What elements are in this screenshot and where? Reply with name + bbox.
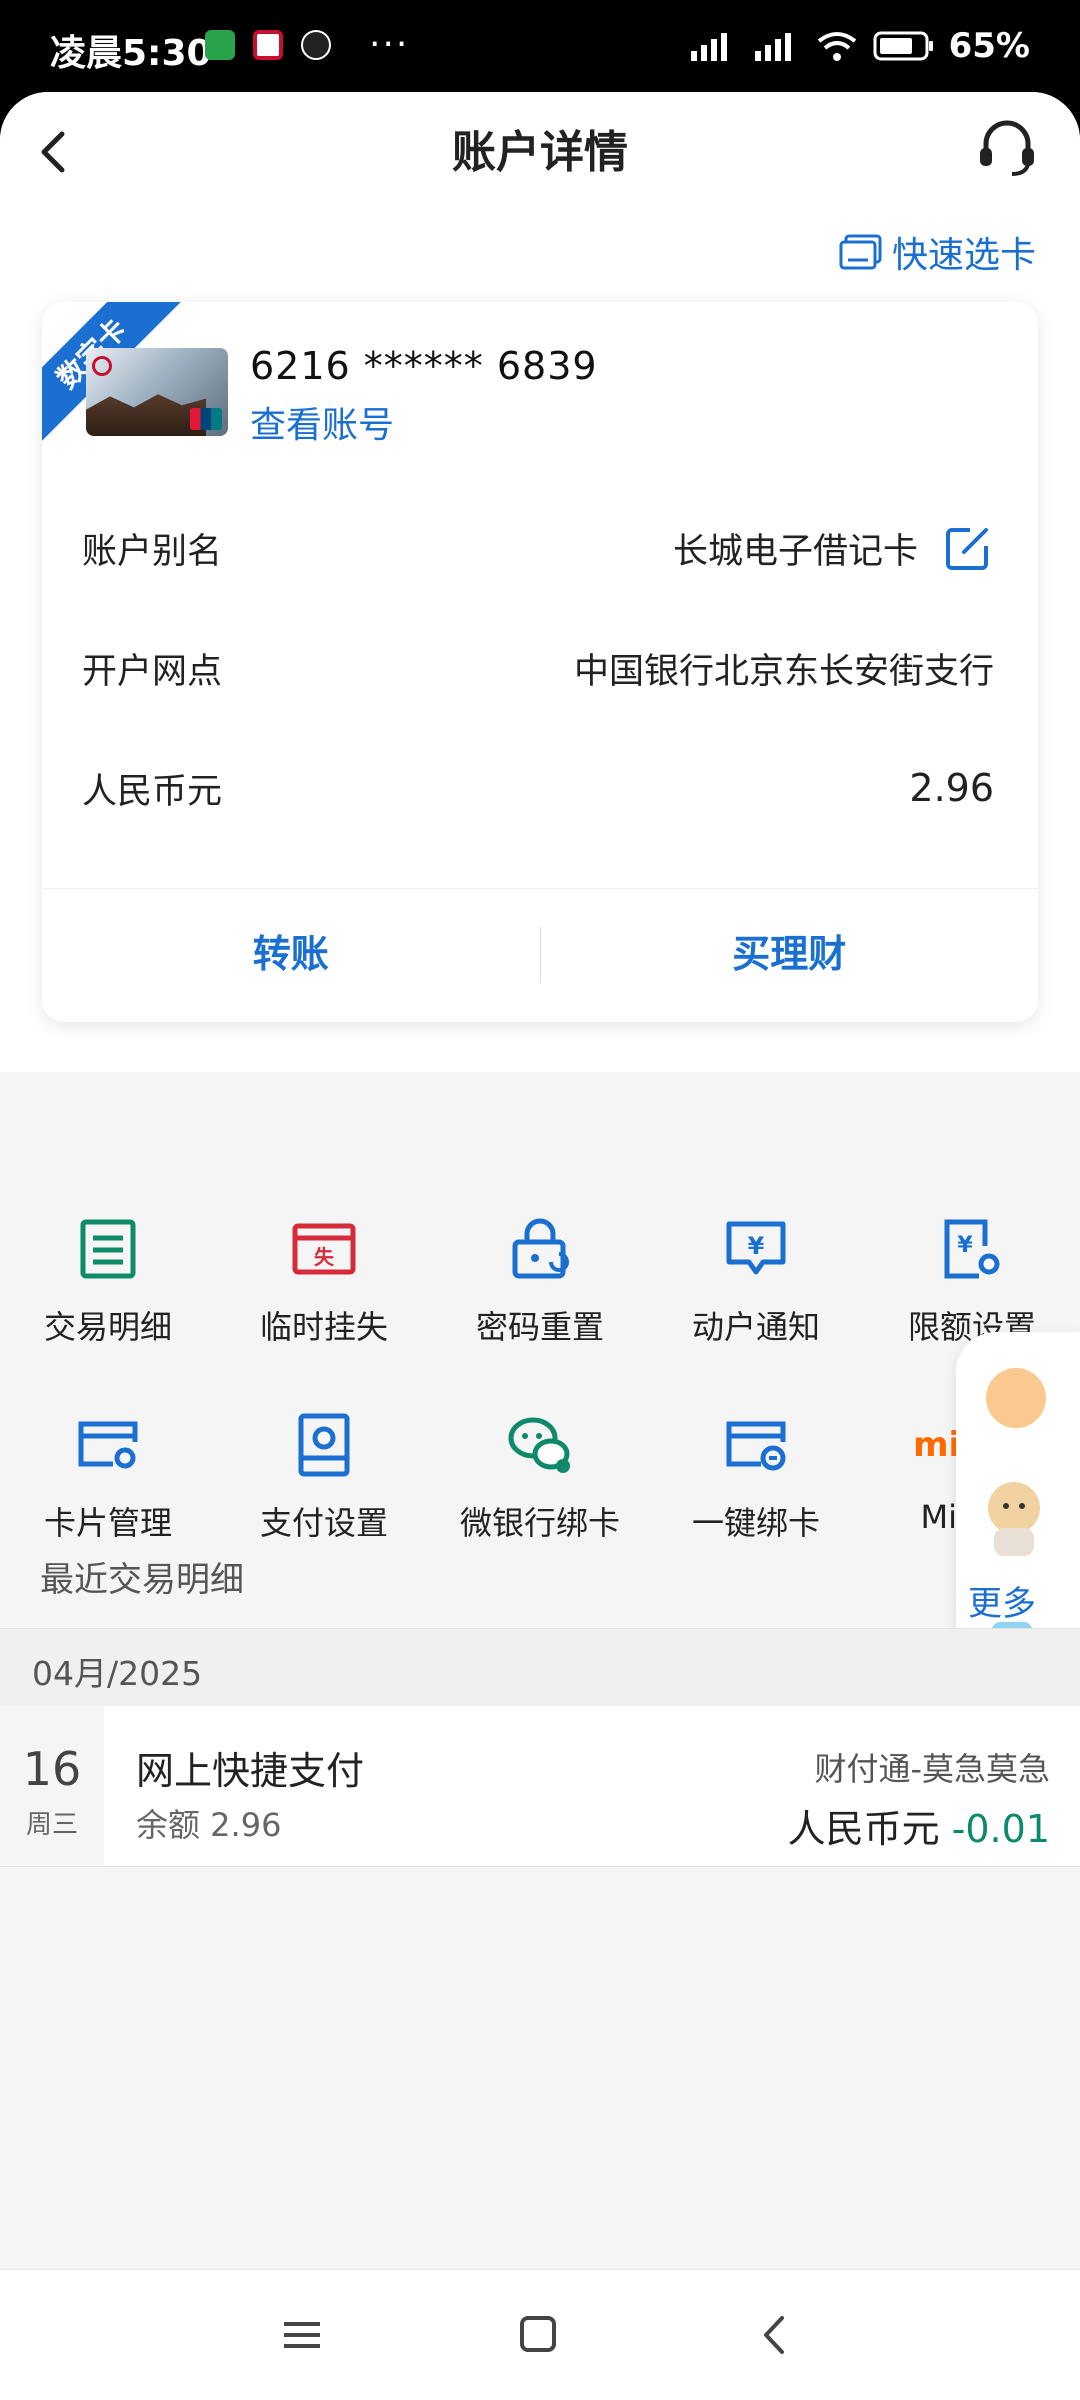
view-account-link[interactable]: 查看账号: [250, 396, 394, 448]
grid-item-report-loss[interactable]: 失 临时挂失: [216, 1216, 432, 1348]
grid-item-card-management[interactable]: 卡片管理: [0, 1412, 216, 1544]
quick-pick-label: 快速选卡: [891, 235, 1036, 276]
notification-icons: ···: [205, 24, 410, 65]
transaction-counterparty: 财付通-莫急莫急: [814, 1750, 1050, 1788]
grid-item-transactions[interactable]: 交易明细: [0, 1216, 216, 1348]
grid-label: 动户通知: [691, 1308, 820, 1346]
transaction-row[interactable]: 16 周三 网上快捷支付 余额 2.96 财付通-莫急莫急 人民币元 -0.01: [0, 1706, 1080, 1867]
grid-item-wechat-bind[interactable]: 微银行绑卡: [432, 1412, 648, 1544]
grid-label: 支付设置: [259, 1504, 388, 1542]
edit-icon[interactable]: [942, 522, 994, 574]
app-notification-icon: [253, 30, 283, 60]
transaction-balance: 余额 2.96: [136, 1806, 282, 1844]
transfer-button[interactable]: 转账: [42, 889, 540, 1022]
month-header: 04月/2025: [0, 1628, 1080, 1708]
battery-icon: [873, 31, 933, 61]
grid-label: 卡片管理: [43, 1504, 172, 1542]
svg-text:¥: ¥: [748, 1232, 765, 1260]
great-wall-image: [86, 394, 206, 436]
branch-label: 开户网点: [82, 651, 223, 692]
card-select-icon: [839, 234, 882, 270]
lock-reset-icon: [512, 1218, 569, 1279]
iqiyi-app-icon: [205, 30, 235, 60]
branch-value: 中国银行北京东长安街支行: [573, 651, 994, 692]
account-alias-row: 账户别名 长城电子借记卡: [82, 508, 994, 588]
grid-item-quick-bind[interactable]: 一键绑卡: [648, 1412, 864, 1544]
transaction-weekday: 周三: [25, 1810, 78, 1840]
grid-item-password-reset[interactable]: 密码重置: [432, 1216, 648, 1348]
grid-item-payment-settings[interactable]: 支付设置: [216, 1412, 432, 1544]
account-alias-value: 长城电子借记卡: [672, 531, 918, 572]
bank-card-image: [86, 348, 228, 436]
limit-settings-icon: ¥: [944, 1219, 1000, 1279]
list-icon: [80, 1219, 136, 1279]
currency-label: 人民币元: [82, 771, 223, 812]
month-label: 04月/2025: [32, 1654, 203, 1693]
grid-item-account-notice[interactable]: ¥ 动户通知: [648, 1216, 864, 1348]
unionpay-logo: [190, 408, 222, 430]
svg-text:失: 失: [314, 1245, 335, 1269]
menu-icon[interactable]: [272, 2310, 332, 2360]
more-link[interactable]: 更多: [968, 1576, 1036, 1625]
balance-value: 2.96: [909, 766, 994, 810]
recent-transactions-title: 最近交易明细: [40, 1560, 244, 1600]
grid-label: 临时挂失: [259, 1308, 388, 1346]
notice-icon: ¥: [726, 1221, 786, 1275]
more-notifications-icon: ···: [369, 24, 410, 65]
transaction-currency: 人民币元: [787, 1807, 940, 1851]
wechat-icon: [508, 1417, 570, 1473]
accessibility-icon[interactable]: [986, 1368, 1046, 1428]
transaction-amount: 人民币元 -0.01: [788, 1798, 1050, 1853]
signal-icon: [690, 33, 727, 61]
grid-label: 一键绑卡: [691, 1504, 820, 1542]
card-number: 6216 ****** 6839: [250, 344, 598, 388]
app-screen: 账户详情 快速选卡 数字卡 6216 ****** 6839 查看账号 账户别名…: [0, 92, 1080, 2400]
balance-row: 人民币元 2.96: [82, 748, 994, 828]
branch-row: 开户网点 中国银行北京东长安街支行: [82, 628, 994, 708]
report-loss-icon: 失: [292, 1223, 356, 1275]
customer-service-icon[interactable]: [972, 114, 1042, 184]
wifi-icon: [817, 32, 856, 61]
battery-percent: 65%: [948, 26, 1030, 66]
mascot-icon[interactable]: [978, 1472, 1050, 1562]
bank-logo-icon: [92, 356, 112, 376]
status-right: 65%: [687, 26, 1030, 66]
buy-wealth-button[interactable]: 买理财: [541, 889, 1039, 1022]
transaction-amount-value: -0.01: [951, 1807, 1050, 1851]
grid-label: 密码重置: [475, 1308, 604, 1346]
quick-pick-card-button[interactable]: 快速选卡: [838, 226, 1036, 278]
svg-text:¥: ¥: [957, 1233, 973, 1258]
status-time: 凌晨5:30: [50, 33, 212, 74]
card-manage-icon: [78, 1421, 138, 1469]
grid-item-limit-settings[interactable]: ¥ 限额设置: [864, 1216, 1080, 1348]
signal-icon-2: [754, 33, 791, 61]
card-actions: 转账 买理财: [42, 888, 1038, 1022]
home-icon[interactable]: [508, 2310, 568, 2360]
grid-label: 微银行绑卡: [459, 1504, 620, 1542]
status-bar: 凌晨5:30 ··· 65%: [0, 0, 1080, 92]
system-nav-bar: [0, 2269, 1080, 2400]
account-card: 数字卡 6216 ****** 6839 查看账号 账户别名 长城电子借记卡 开…: [42, 302, 1038, 1022]
back-nav-icon[interactable]: [744, 2310, 804, 2360]
qq-icon: [301, 30, 331, 60]
transaction-day: 16: [22, 1742, 82, 1796]
transaction-date: 16 周三: [0, 1706, 104, 1866]
page-title: 账户详情: [452, 127, 628, 178]
account-alias-label: 账户别名: [82, 531, 223, 572]
payment-settings-icon: [298, 1413, 350, 1477]
grid-label: 交易明细: [43, 1308, 172, 1346]
transaction-title: 网上快捷支付: [136, 1749, 365, 1793]
bind-card-icon: [726, 1421, 786, 1471]
header: 账户详情: [0, 92, 1080, 212]
